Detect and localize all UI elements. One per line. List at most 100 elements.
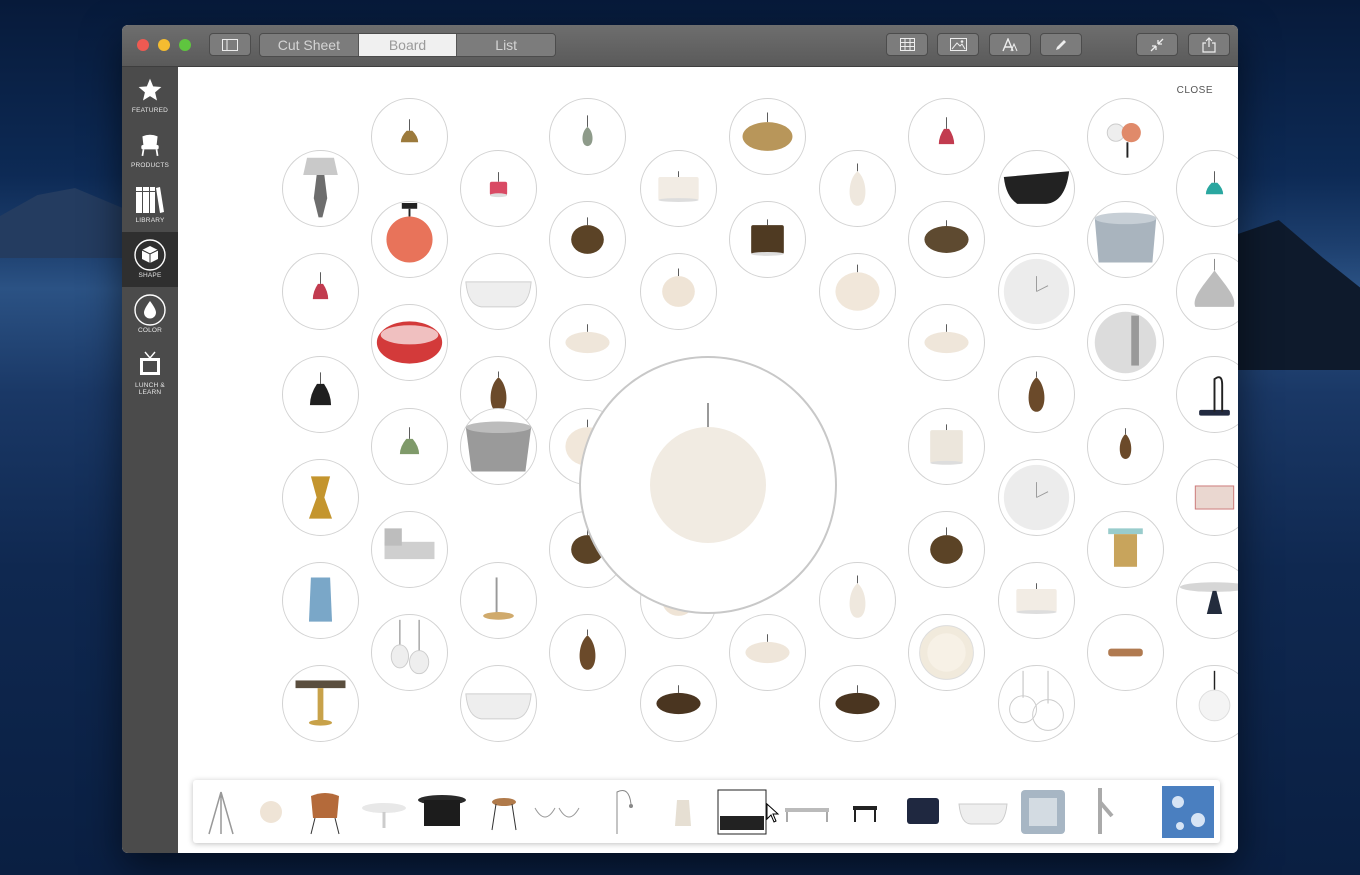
tray-item-wood-stool[interactable] — [476, 785, 532, 839]
product-bubble-white-dish[interactable] — [907, 613, 985, 691]
tray-item-arc-floor-lamp[interactable] — [595, 785, 651, 839]
close-button[interactable]: CLOSE — [1177, 85, 1213, 96]
sidebar: FEATURED PRODUCTS LIBRARY SHAPE COLOR LU… — [122, 67, 178, 853]
product-bubble-woven-basket[interactable] — [1086, 200, 1164, 278]
tray-item-blue-lounge-chair[interactable] — [895, 785, 951, 839]
product-bubble-marble-box[interactable] — [1175, 458, 1238, 536]
tray-item-black-side-table[interactable] — [837, 785, 893, 839]
product-bubble-wood-bud-small[interactable] — [1086, 407, 1164, 485]
collapse-icon — [1150, 38, 1164, 51]
product-bubble-white-cylinder-pendant[interactable] — [907, 407, 985, 485]
tray-item-patterned-pillow[interactable] — [1015, 785, 1071, 839]
product-bubble-teal-pendant[interactable] — [1175, 149, 1238, 227]
sidebar-toggle-button[interactable] — [209, 33, 251, 56]
image-button[interactable] — [937, 33, 979, 56]
product-bubble-glass-side-table[interactable] — [1086, 510, 1164, 588]
product-bubble-black-pedestal-table[interactable] — [1175, 561, 1238, 639]
product-bubble-globe-pendant-copper[interactable] — [1086, 97, 1164, 175]
product-bubble-decorative-vase[interactable] — [281, 561, 359, 639]
close-window-button[interactable] — [137, 39, 149, 51]
featured-product-bubble[interactable] — [579, 356, 837, 614]
share-button[interactable] — [1188, 33, 1230, 56]
grid-button[interactable] — [886, 33, 928, 56]
product-bubble-grey-glass-pendant[interactable] — [548, 97, 626, 175]
grid-icon — [899, 38, 915, 51]
product-bubble-wood-flush-mount[interactable] — [1086, 613, 1164, 691]
product-bubble-white-sphere[interactable] — [818, 252, 896, 330]
product-bubble-multi-pendant-cluster[interactable] — [370, 613, 448, 691]
product-bubble-white-wall-clock[interactable] — [997, 458, 1075, 536]
tray-item-ceramic-vase[interactable] — [655, 785, 711, 839]
collapse-button[interactable] — [1136, 33, 1178, 56]
minimize-window-button[interactable] — [158, 39, 170, 51]
product-bubble-grey-table-lamp[interactable] — [281, 149, 359, 227]
tray-item-chrome-faucet[interactable] — [1074, 785, 1130, 839]
text-style-button[interactable] — [989, 33, 1031, 56]
drop-icon — [134, 294, 166, 326]
tab-cut-sheet[interactable]: Cut Sheet — [260, 34, 359, 56]
sidebar-item-lunch-learn[interactable]: LUNCH & LEARN — [122, 342, 178, 397]
product-bubble-oval-white-pendant[interactable] — [728, 613, 806, 691]
draw-button[interactable] — [1040, 33, 1082, 56]
product-bubble-wood-bud-pendant[interactable] — [548, 613, 626, 691]
product-bubble-white-bathtub[interactable] — [459, 252, 537, 330]
product-bubble-white-globe-pendant[interactable] — [1175, 664, 1238, 742]
product-bubble-black-bathtub[interactable] — [997, 149, 1075, 227]
tray-item-white-sphere-pendant[interactable] — [243, 785, 299, 839]
product-bubble-red-pendant[interactable] — [907, 97, 985, 175]
tray-item-canopy-bed[interactable] — [714, 785, 770, 839]
tray-item-wire-bowls[interactable] — [529, 785, 585, 839]
tray-item-white-round-table[interactable] — [356, 785, 412, 839]
sidebar-item-products[interactable]: PRODUCTS — [122, 122, 178, 177]
share-icon — [1202, 36, 1216, 53]
product-bubble-brass-side-table[interactable] — [459, 561, 537, 639]
tab-board[interactable]: Board — [358, 34, 458, 56]
tray-item-tripod-floor-lamp[interactable] — [193, 785, 249, 839]
product-bubble-small-white-sphere[interactable] — [639, 252, 717, 330]
product-bubble-brass-hourglass[interactable] — [281, 458, 359, 536]
product-bubble-glass-cluster-pendant[interactable] — [997, 664, 1075, 742]
zoom-window-button[interactable] — [179, 39, 191, 51]
sidebar-toggle-icon — [222, 38, 238, 51]
tray-item-white-bathtub[interactable] — [955, 785, 1011, 839]
product-bubble-wood-bud-pendant[interactable] — [997, 355, 1075, 433]
product-bubble-round-mirror[interactable] — [1086, 303, 1164, 381]
view-mode-segmented-control: Cut Sheet Board List — [259, 33, 556, 57]
tray-item-glass-coffee-table[interactable] — [779, 785, 835, 839]
tab-list[interactable]: List — [457, 34, 555, 56]
product-bubble-red-cage-pendant[interactable] — [459, 149, 537, 227]
sidebar-item-featured[interactable]: FEATURED — [122, 67, 178, 122]
product-bubble-wood-globe-pendant[interactable] — [907, 510, 985, 588]
tray-item-blue-floral-fabric[interactable] — [1160, 785, 1216, 839]
product-bubble-drum-pendant[interactable] — [639, 149, 717, 227]
board-canvas: CLOSE — [178, 67, 1238, 853]
product-bubble-woven-grey-basket[interactable] — [459, 407, 537, 485]
product-bubble-brown-pendant[interactable] — [370, 97, 448, 175]
product-bubble-oval-wood-pendant[interactable] — [818, 664, 896, 742]
product-bubble-patterned-chaise[interactable] — [370, 510, 448, 588]
product-bubble-orange-globe-pendant[interactable] — [370, 200, 448, 278]
product-bubble-oval-white-pendant[interactable] — [907, 303, 985, 381]
product-bubble-wood-globe-pendant[interactable] — [548, 200, 626, 278]
product-bubble-white-wall-clock[interactable] — [997, 252, 1075, 330]
sidebar-item-shape[interactable]: SHAPE — [122, 232, 178, 287]
product-bubble-green-pendant[interactable] — [370, 407, 448, 485]
product-bubble-brass-dome-pendant[interactable] — [728, 97, 806, 175]
product-bubble-red-check-pouf[interactable] — [370, 303, 448, 381]
sidebar-item-color[interactable]: COLOR — [122, 287, 178, 342]
product-bubble-brown-dome-pendant[interactable] — [907, 200, 985, 278]
product-bubble-drum-pendant[interactable] — [997, 561, 1075, 639]
product-bubble-chrome-teardrop[interactable] — [1175, 252, 1238, 330]
tray-item-orange-armchair[interactable] — [297, 785, 353, 839]
product-bubble-black-cone-pendant[interactable] — [281, 355, 359, 433]
product-bubble-brown-wood-pendant[interactable] — [728, 200, 806, 278]
sidebar-item-library[interactable]: LIBRARY — [122, 177, 178, 232]
product-bubble-white-bud-pendant[interactable] — [818, 149, 896, 227]
product-bubble-oval-wood-pendant[interactable] — [639, 664, 717, 742]
tray-item-black-drum-table[interactable] — [414, 785, 470, 839]
product-bubble-brass-bistro-table[interactable] — [281, 664, 359, 742]
desktop-cliff-right — [1235, 220, 1360, 370]
product-bubble-white-bathtub[interactable] — [459, 664, 537, 742]
product-bubble-blue-side-lamp[interactable] — [1175, 355, 1238, 433]
product-bubble-red-pendant[interactable] — [281, 252, 359, 330]
